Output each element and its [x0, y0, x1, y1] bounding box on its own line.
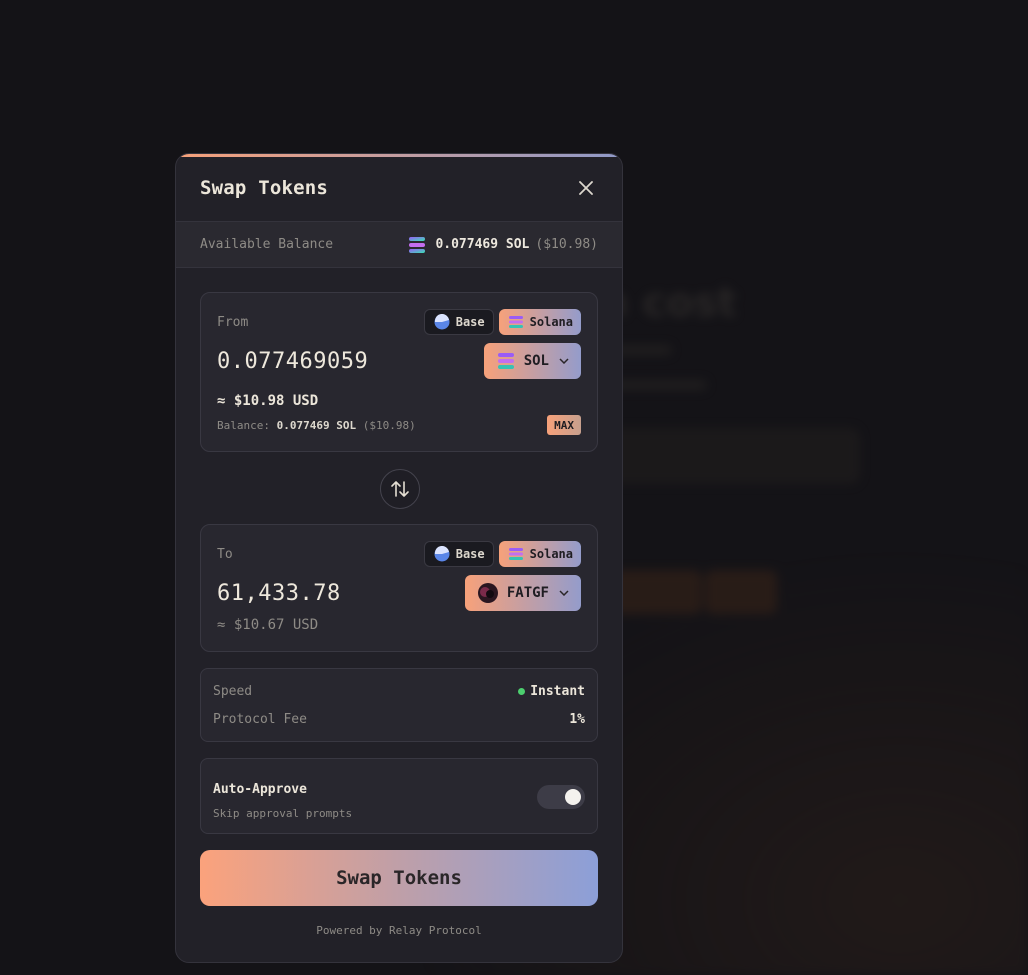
swap-direction-button[interactable] [380, 469, 420, 509]
max-button[interactable]: MAX [547, 415, 581, 435]
modal-header: Swap Tokens [176, 154, 622, 222]
to-token-symbol: FATGF [506, 585, 549, 601]
from-card: From Base Solana 0.077469059 SOL ≈ $10.9… [200, 292, 598, 452]
background-button [705, 570, 777, 614]
from-chain-solana[interactable]: Solana [498, 309, 581, 335]
close-button[interactable] [574, 176, 598, 200]
from-chain-base[interactable]: Base [423, 309, 494, 335]
to-token-selector[interactable]: FATGF [464, 575, 581, 611]
from-label: From [217, 315, 249, 330]
solana-icon [508, 548, 523, 560]
background-input [610, 428, 860, 484]
modal-title: Swap Tokens [200, 176, 329, 199]
to-chain-base-label: Base [455, 547, 485, 561]
to-usd-value: ≈ $10.67 USD [217, 617, 319, 633]
fee-label: Protocol Fee [213, 712, 307, 727]
from-chain-base-label: Base [455, 315, 485, 329]
auto-approve-card: Auto-Approve Skip approval prompts [200, 758, 598, 834]
available-balance-amount: 0.077469 SOL [435, 237, 530, 252]
available-balance-value: 0.077469 SOL ($10.98) [407, 236, 598, 254]
close-icon [579, 180, 593, 195]
from-balance-amount: 0.077469 SOL [276, 419, 357, 432]
speed-label: Speed [213, 684, 253, 699]
available-balance-bar: Available Balance 0.077469 SOL ($10.98) [176, 222, 622, 268]
swap-details: Speed Instant Protocol Fee 1% [200, 668, 598, 742]
auto-approve-title: Auto-Approve [213, 782, 307, 797]
to-chain-solana[interactable]: Solana [498, 541, 581, 567]
toggle-knob [565, 789, 581, 805]
chevron-down-icon [559, 590, 569, 596]
auto-approve-toggle[interactable] [537, 785, 585, 809]
from-token-selector[interactable]: SOL [483, 343, 581, 379]
status-dot-icon [518, 688, 526, 695]
solana-icon [497, 353, 514, 369]
to-amount-value: 61,433.78 [217, 581, 341, 606]
fee-row: Protocol Fee 1% [213, 712, 585, 727]
background-button [612, 570, 702, 614]
from-balance-usd: ($10.98) [362, 419, 416, 432]
available-balance-label: Available Balance [200, 237, 334, 252]
to-chain-solana-label: Solana [529, 547, 573, 561]
from-balance-label: Balance: [217, 419, 270, 432]
from-chain-selector: Base Solana [423, 309, 581, 335]
speed-value: Instant [518, 684, 585, 699]
fatgf-token-icon [477, 583, 498, 603]
to-card: To Base Solana 61,433.78 FATGF ≈ $10.67 … [200, 524, 598, 652]
solana-icon [409, 236, 426, 253]
swap-tokens-button[interactable]: Swap Tokens [200, 850, 598, 906]
to-chain-selector: Base Solana [423, 541, 581, 567]
from-balance: Balance: 0.077469 SOL ($10.98) [217, 419, 416, 432]
powered-by-footer: Powered by Relay Protocol [316, 924, 482, 937]
from-usd-value: ≈ $10.98 USD [217, 393, 319, 409]
available-balance-usd: ($10.98) [535, 237, 598, 252]
speed-row: Speed Instant [213, 684, 585, 699]
speed-value-text: Instant [530, 684, 585, 699]
fee-value: 1% [569, 712, 585, 727]
to-label: To [217, 547, 233, 562]
base-icon [434, 546, 450, 562]
from-token-symbol: SOL [523, 353, 549, 369]
to-chain-base[interactable]: Base [423, 541, 494, 567]
swap-arrows-icon [391, 481, 409, 497]
base-icon [434, 314, 450, 330]
from-chain-solana-label: Solana [529, 315, 573, 329]
from-amount-input[interactable]: 0.077469059 [217, 349, 368, 374]
auto-approve-subtitle: Skip approval prompts [213, 807, 353, 820]
background-text-line [612, 380, 707, 390]
solana-icon [508, 316, 523, 328]
swap-modal: Swap Tokens Available Balance 0.077469 S… [175, 153, 623, 963]
chevron-down-icon [559, 358, 569, 364]
